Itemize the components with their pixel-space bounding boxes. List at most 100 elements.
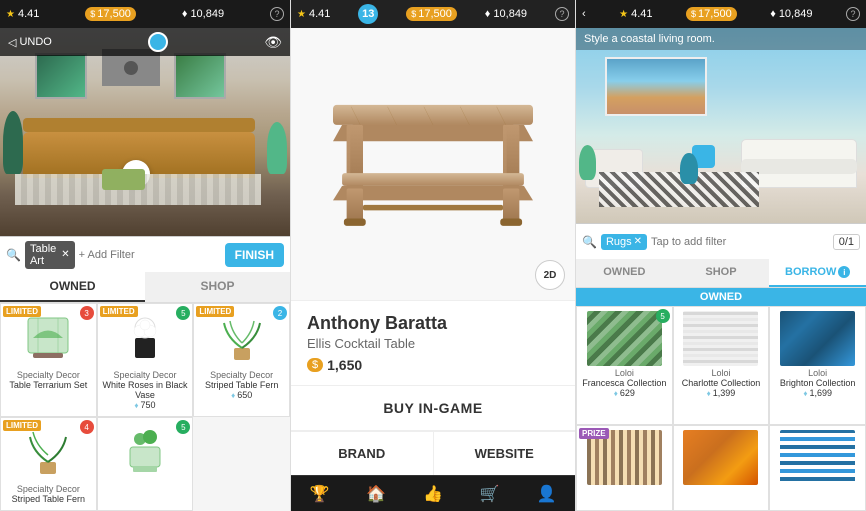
item-image-4	[13, 422, 83, 482]
badge-limited-1: LIMITED	[3, 306, 41, 317]
brand-button[interactable]: BRAND	[291, 432, 434, 475]
rug-image-2	[683, 311, 758, 366]
list-item[interactable]: LIMITED 4 Specialty Decor Striped Table …	[0, 417, 97, 511]
undo-button[interactable]: ◁ UNDO	[8, 36, 52, 49]
help-icon-right[interactable]: ?	[846, 7, 860, 21]
right-panel: ‹ ★ 4.41 $ 17,500 ♦ 10,849 ? Style a coa…	[576, 0, 866, 511]
badge-num-5: 5	[176, 420, 190, 434]
badge-limited-4: LIMITED	[3, 420, 41, 431]
list-item[interactable]: PRIZE	[576, 425, 673, 511]
right-search-bar: 🔍 Rugs ✕ 0/1	[576, 223, 866, 259]
list-item[interactable]: 5 Loloi Francesca Collection ♦ 629	[576, 306, 673, 425]
rug-price-2: ♦ 1,399	[707, 388, 736, 398]
badge-prize-4: PRIZE	[579, 428, 609, 439]
left-gems: ♦ 10,849	[182, 8, 224, 20]
center-panel: ★ 4.41 13 $ 17,500 ♦ 10,849 ?	[290, 0, 576, 511]
item-name-1: Table Terrarium Set	[9, 380, 87, 390]
list-item[interactable]	[673, 425, 770, 511]
count-badge: 0/1	[833, 234, 860, 250]
rug-image-6	[780, 430, 855, 485]
badge-num-r1: 5	[656, 309, 670, 323]
product-image-area: 2D	[291, 28, 575, 300]
list-item[interactable]: LIMITED 3 Specialty Decor Table Terrariu…	[0, 303, 97, 417]
search-icon-left: 🔍	[6, 248, 21, 262]
star-icon-center: ★	[297, 9, 306, 20]
list-item[interactable]	[769, 425, 866, 511]
star-icon-right: ★	[619, 9, 628, 20]
center-gems: ♦ 10,849	[485, 8, 527, 20]
price-coin-icon: $	[307, 358, 323, 372]
tab-shop-right[interactable]: SHOP	[673, 259, 770, 287]
tag-close-left[interactable]: ✕	[61, 249, 69, 260]
price-gem-2: ♦	[134, 401, 138, 410]
list-item[interactable]: Loloi Charlotte Collection ♦ 1,399	[673, 306, 770, 425]
item-name-4: Striped Table Fern	[12, 494, 85, 504]
rug-image-5	[683, 430, 758, 485]
rug-price-3: ♦ 1,699	[803, 388, 832, 398]
help-icon[interactable]: ?	[270, 7, 284, 21]
list-item[interactable]: Loloi Brighton Collection ♦ 1,699	[769, 306, 866, 425]
item-price-3: ♦ 650	[231, 390, 252, 400]
nav-trophy-icon[interactable]: 🏆	[309, 484, 329, 504]
badge-num-2: 5	[176, 306, 190, 320]
nav-thumbsup-icon[interactable]: 👍	[423, 484, 443, 504]
left-tabs: OWNED SHOP	[0, 272, 290, 303]
coin-icon-center: $	[411, 9, 416, 19]
product-price: $ 1,650	[307, 357, 559, 373]
price-value: 1,650	[327, 357, 362, 373]
right-back-btn[interactable]: ‹	[582, 8, 586, 20]
help-icon-center[interactable]: ?	[555, 7, 569, 21]
list-item[interactable]: LIMITED 5 Specialty Decor White Roses in…	[97, 303, 194, 417]
add-filter-input-right[interactable]	[651, 236, 829, 248]
left-search-bar: 🔍 Table Art ✕ FINISH	[0, 236, 290, 272]
bottom-nav-center: 🏆 🏠 👍 🛒 👤	[291, 475, 575, 511]
tab-owned-left[interactable]: OWNED	[0, 272, 145, 302]
gem-icon-right: ♦	[770, 8, 776, 20]
left-rating: ★ 4.41	[6, 8, 39, 20]
gem-icon: ♦	[182, 8, 188, 20]
buy-in-game-button[interactable]: BUY IN-GAME	[291, 385, 575, 431]
product-brand: Anthony Baratta	[307, 313, 559, 334]
rug-brand-3: Loloi	[808, 368, 827, 378]
add-filter-input-left[interactable]	[79, 249, 221, 261]
nav-cart-icon[interactable]: 🛒	[480, 484, 500, 504]
color-picker[interactable]	[148, 32, 168, 52]
nav-home-icon[interactable]: 🏠	[366, 484, 386, 504]
search-tag-left[interactable]: Table Art ✕	[25, 241, 75, 269]
item-label-3: Specialty Decor	[210, 370, 273, 380]
list-item[interactable]: 5	[97, 417, 194, 511]
tab-shop-left[interactable]: SHOP	[145, 272, 290, 302]
nav-person-icon[interactable]: 👤	[537, 484, 557, 504]
list-item[interactable]: LIMITED 2 Specialty Decor Striped Table …	[193, 303, 290, 417]
rug-brand-1: Loloi	[615, 368, 634, 378]
borrow-info-icon: i	[838, 266, 850, 278]
right-room-scene: Style a coastal living room.	[576, 28, 866, 223]
item-image-1	[13, 308, 83, 368]
center-rating: ★ 4.41	[297, 8, 330, 20]
left-status-bar: ★ 4.41 $ 17,500 ♦ 10,849 ?	[0, 0, 290, 28]
item-label-2: Specialty Decor	[113, 370, 176, 380]
right-tabs: OWNED SHOP BORROW i	[576, 259, 866, 288]
price-gem-3: ♦	[231, 391, 235, 400]
finish-button[interactable]: FINISH	[225, 243, 284, 267]
rug-image-3	[780, 311, 855, 366]
left-panel: ★ 4.41 $ 17,500 ♦ 10,849 ?	[0, 0, 290, 511]
rug-brand-2: Loloi	[711, 368, 730, 378]
rug-collection-1: Francesca Collection	[582, 378, 666, 388]
badge-num-3: 2	[273, 306, 287, 320]
right-items-grid: 5 Loloi Francesca Collection ♦ 629 Loloi…	[576, 306, 866, 511]
left-items-grid: LIMITED 3 Specialty Decor Table Terrariu…	[0, 303, 290, 511]
eye-icon[interactable]: 👁	[264, 34, 282, 51]
right-coins: $ 17,500	[686, 7, 737, 21]
tag-close-right[interactable]: ✕	[634, 236, 642, 247]
website-button[interactable]: WEBSITE	[434, 432, 576, 475]
tab-owned-right[interactable]: OWNED	[576, 259, 673, 287]
search-tag-right[interactable]: Rugs ✕	[601, 234, 647, 250]
item-image-5	[110, 422, 180, 482]
coin-icon-right: $	[691, 9, 696, 19]
badge-limited-2: LIMITED	[100, 306, 138, 317]
toggle-2d-button[interactable]: 2D	[535, 260, 565, 290]
tab-borrow-right[interactable]: BORROW i	[769, 259, 866, 287]
search-icon-right: 🔍	[582, 235, 597, 249]
product-model: Ellis Cocktail Table	[307, 336, 559, 351]
